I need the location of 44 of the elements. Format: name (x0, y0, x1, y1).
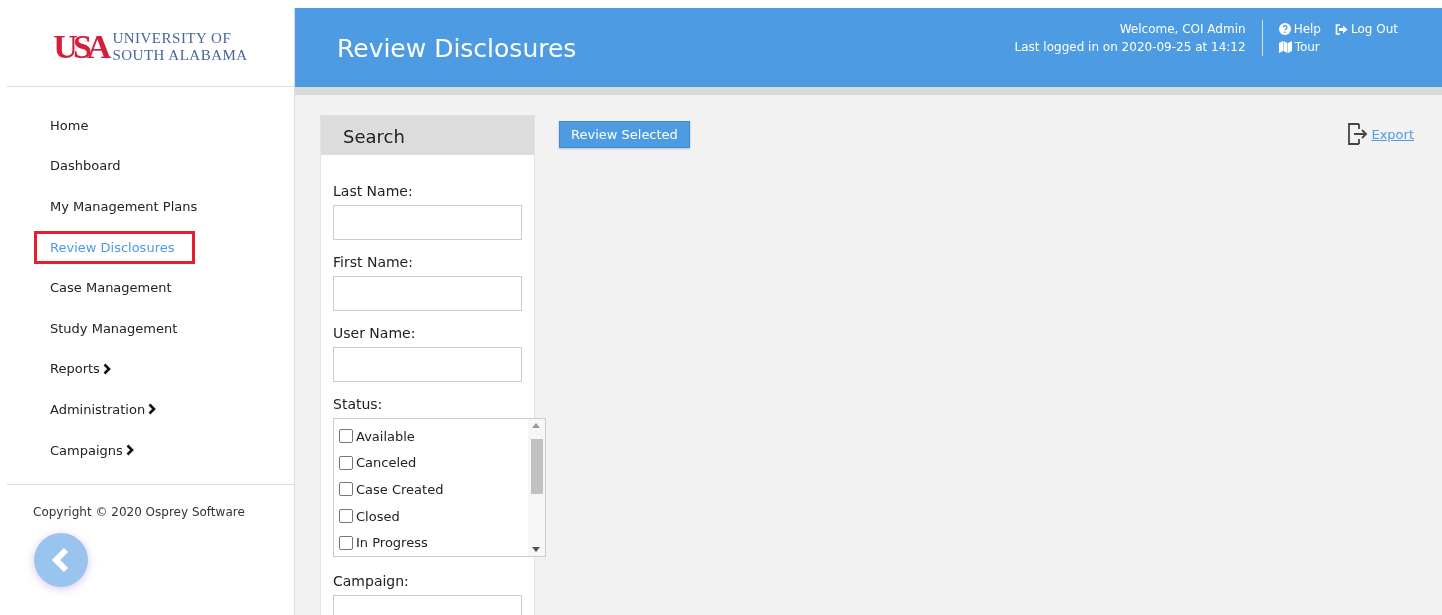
scroll-up-icon[interactable] (532, 423, 540, 428)
text-input[interactable] (333, 347, 522, 382)
logo-text: UNIVERSITY OF (112, 30, 233, 47)
copyright-text: Copyright © 2020 Osprey Software (33, 505, 246, 520)
field-label: Last Name: (333, 183, 414, 199)
sidebar-item[interactable]: Case Management (50, 280, 172, 296)
page-title: Review Disclosures (337, 34, 578, 63)
welcome-text: Welcome, COI Admin (1119, 21, 1246, 38)
scrollbar[interactable] (528, 419, 545, 556)
panel-title: Search (321, 116, 534, 155)
last-login-text: Last logged in on 2020-09-25 at 14:12 (1014, 39, 1246, 56)
sidebar-item[interactable]: Administration (50, 401, 146, 417)
collapse-button[interactable] (34, 533, 88, 588)
checkbox-label: Case Created (356, 482, 444, 497)
map-icon (1278, 41, 1292, 53)
checkbox[interactable] (339, 482, 353, 497)
sidebar-item[interactable]: My Management Plans (50, 199, 198, 214)
sidebar-item[interactable]: Study Management (50, 320, 178, 336)
checkbox-label: Canceled (356, 455, 417, 471)
scroll-down-icon[interactable] (532, 547, 540, 552)
help-icon (1278, 23, 1291, 35)
checkbox-label: Available (356, 428, 415, 444)
export-icon (1347, 122, 1370, 146)
sidebar-item[interactable]: Reports (50, 361, 100, 377)
checkbox[interactable] (339, 429, 353, 444)
field-label: First Name: (333, 254, 414, 270)
sidebar-item[interactable]: Dashboard (50, 158, 121, 174)
field-label: User Name: (333, 325, 417, 341)
status-list[interactable]: Available Canceled Case Created Closed In Progress (333, 418, 546, 557)
sidebar-item[interactable]: Campaigns (50, 442, 123, 458)
logo-text: SOUTH ALABAMA (112, 47, 248, 64)
checkbox[interactable] (339, 509, 353, 524)
checkbox[interactable] (339, 455, 353, 470)
sidebar-item[interactable]: Home (50, 117, 89, 133)
text-input[interactable] (333, 276, 522, 311)
checkbox-label: Closed (356, 508, 400, 524)
sign-out-icon (1335, 23, 1348, 35)
checkbox[interactable] (339, 535, 353, 550)
field-label: Campaign: (333, 573, 410, 589)
checkbox-label: In Progress (356, 535, 428, 551)
text-input[interactable] (333, 205, 522, 240)
field-label: Status: (333, 396, 384, 412)
chevron-left-icon (51, 547, 71, 574)
logo-mark: USA (53, 28, 107, 66)
